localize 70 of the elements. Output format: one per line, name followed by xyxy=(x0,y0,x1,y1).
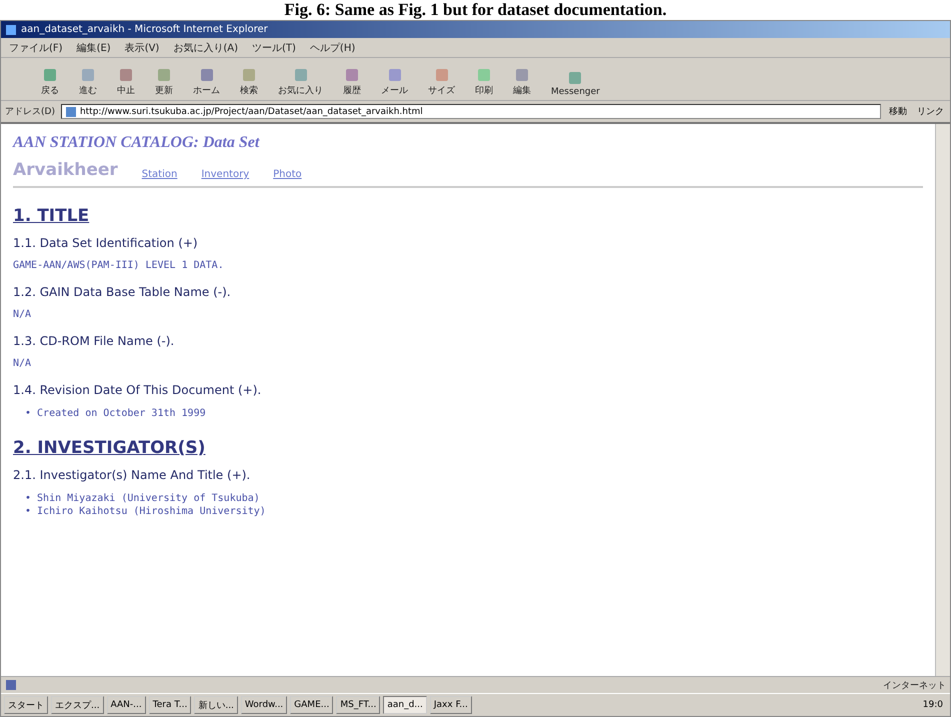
toolbar-button[interactable]: 検索 xyxy=(240,66,258,97)
toolbar-icon xyxy=(155,66,173,84)
toolbar-icon xyxy=(41,66,59,84)
item-value: GAME-AAN/AWS(PAM-III) LEVEL 1 DATA. xyxy=(13,260,225,271)
taskbar-button[interactable]: MS_FT... xyxy=(336,696,380,714)
toolbar-button[interactable]: メール xyxy=(381,66,408,97)
taskbar-button[interactable]: Jaxx F... xyxy=(430,696,472,714)
taskbar-button[interactable]: Tera T... xyxy=(148,696,192,714)
item-title: 2.1. Investigator(s) Name And Title (+). xyxy=(13,468,252,482)
nav-link[interactable]: Inventory xyxy=(201,169,250,180)
toolbar-icon xyxy=(513,66,531,84)
menu-item[interactable]: ツール(T) xyxy=(252,40,296,54)
toolbar-icon xyxy=(240,66,258,84)
toolbar-button[interactable]: 編集 xyxy=(513,66,531,97)
toolbar-button[interactable]: 中止 xyxy=(117,66,135,97)
zone-label: インターネット xyxy=(883,680,946,692)
toolbar-button[interactable]: 更新 xyxy=(155,66,173,97)
toolbar-icon xyxy=(79,66,97,84)
address-label: アドレス(D) xyxy=(5,106,55,118)
taskbar-button[interactable]: Wordw... xyxy=(240,696,288,714)
toolbar-icon xyxy=(343,66,361,84)
start-button[interactable]: スタート xyxy=(4,696,48,714)
section-title: 1. TITLE xyxy=(13,206,90,226)
bullet: • xyxy=(25,407,32,420)
toolbar-icon xyxy=(475,66,493,84)
list-item: Created on October 31th 1999 xyxy=(37,407,206,420)
item-title: 1.4. Revision Date Of This Document (+). xyxy=(13,383,262,397)
bullet: • xyxy=(25,505,32,518)
taskbar-button[interactable]: aan_d... xyxy=(383,696,427,714)
menu-item[interactable]: 表示(V) xyxy=(124,40,160,54)
toolbar-button[interactable]: 印刷 xyxy=(475,66,493,97)
item-title: 1.3. CD-ROM File Name (-). xyxy=(13,334,176,348)
browser-icon xyxy=(5,24,17,36)
item-title: 1.1. Data Set Identification (+) xyxy=(13,236,199,250)
toolbar-icon xyxy=(117,66,135,84)
toolbar-button[interactable]: サイズ xyxy=(428,66,455,97)
menu-item[interactable]: ファイル(F) xyxy=(9,40,63,54)
taskbar-button[interactable]: エクスプ... xyxy=(51,696,104,714)
toolbar-button[interactable]: 履歴 xyxy=(343,66,361,97)
nav-link[interactable]: Station xyxy=(142,169,178,180)
toolbar-button[interactable]: お気に入り xyxy=(278,66,323,97)
bullet: • xyxy=(25,492,32,505)
item-value: N/A xyxy=(13,358,32,369)
taskbar-button[interactable]: AAN-... xyxy=(106,696,146,714)
menu-item[interactable]: 編集(E) xyxy=(76,40,111,54)
station-name: Arvaikheer xyxy=(13,160,118,180)
menu-item[interactable]: ヘルプ(H) xyxy=(310,40,356,54)
links-button[interactable]: リンク xyxy=(915,105,946,118)
list-item: Ichiro Kaihotsu (Hiroshima University) xyxy=(37,505,266,518)
address-field[interactable]: http://www.suri.tsukuba.ac.jp/Project/aan/Dataset/aan_dataset_arvaikh.html xyxy=(60,104,881,119)
page-icon xyxy=(5,679,17,691)
section-title: 2. INVESTIGATOR(S) xyxy=(13,438,206,458)
item-value: N/A xyxy=(13,309,32,320)
clock: 19:0 xyxy=(922,700,944,710)
list-item: Shin Miyazaki (University of Tsukuba) xyxy=(37,492,260,505)
taskbar-button[interactable]: 新しい... xyxy=(194,696,238,714)
figure-caption: Fig. 6: Same as Fig. 1 but for dataset documentation. xyxy=(284,0,667,20)
toolbar-button[interactable]: 戻る xyxy=(41,66,59,97)
window-title: aan_dataset_arvaikh - Microsoft Internet Explorer xyxy=(21,24,268,35)
toolbar-button[interactable]: 進む xyxy=(79,66,97,97)
go-button[interactable]: 移動 xyxy=(887,105,909,118)
item-title: 1.2. GAIN Data Base Table Name (-). xyxy=(13,285,232,299)
toolbar-button[interactable]: Messenger xyxy=(551,69,600,97)
menu-item[interactable]: お気に入り(A) xyxy=(173,40,238,54)
page-heading: AAN STATION CATALOG: Data Set xyxy=(13,134,261,152)
page-icon xyxy=(64,106,77,118)
taskbar-button[interactable]: GAME... xyxy=(290,696,334,714)
toolbar-button[interactable]: ホーム xyxy=(193,66,220,97)
nav-link[interactable]: Photo xyxy=(273,169,302,180)
scrollbar[interactable] xyxy=(935,124,950,676)
